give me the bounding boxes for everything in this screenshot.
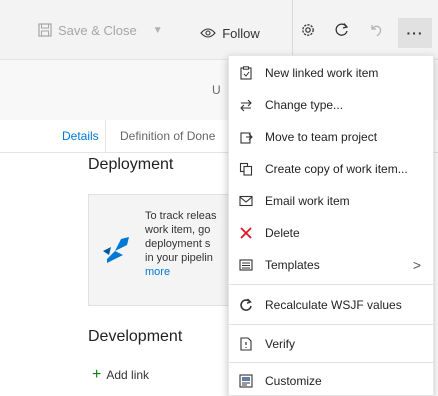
undo-icon xyxy=(371,25,382,37)
mail-icon xyxy=(237,195,255,207)
menu-item-move-to-team-project[interactable]: Move to team project xyxy=(229,122,433,152)
deployment-text: To track releas work item, go deployment… xyxy=(145,210,217,264)
menu-item-label: Templates xyxy=(265,258,320,272)
menu-item-email-work-item[interactable]: Email work item xyxy=(229,186,433,216)
save-close-button[interactable]: Save & Close ▼ xyxy=(38,0,163,60)
menu-item-templates[interactable]: Templates > xyxy=(229,250,433,280)
plus-icon: + xyxy=(92,366,102,383)
recalculate-icon xyxy=(237,298,255,312)
eye-icon xyxy=(200,28,216,38)
more-actions-menu: New linked work item Change type... Move… xyxy=(228,55,434,396)
development-section-title: Development xyxy=(88,328,183,345)
rocket-icon xyxy=(103,237,129,263)
delete-icon xyxy=(237,227,255,239)
tab-details[interactable]: Details xyxy=(56,120,106,152)
move-icon xyxy=(237,130,255,144)
menu-item-new-linked-work-item[interactable]: New linked work item xyxy=(229,58,433,88)
add-link-button[interactable]: + Add link xyxy=(92,366,149,384)
tab-definition-of-done[interactable]: Definition of Done xyxy=(120,120,232,152)
add-link-label: Add link xyxy=(106,368,150,382)
menu-item-delete[interactable]: Delete xyxy=(229,218,433,248)
menu-item-recalculate-wsjf[interactable]: Recalculate WSJF values xyxy=(229,290,433,320)
refresh-icon xyxy=(335,23,349,36)
save-icon xyxy=(38,23,52,37)
change-type-icon xyxy=(237,98,255,112)
toolbar: Save & Close ▼ Follow ··· xyxy=(0,0,438,60)
deployment-info-box: To track releas work item, go deployment… xyxy=(88,194,238,306)
ellipsis-icon: ··· xyxy=(406,25,424,41)
header-partial-text: U xyxy=(212,83,221,97)
save-close-label: Save & Close xyxy=(58,22,137,38)
menu-item-label: Move to team project xyxy=(265,130,378,144)
templates-icon xyxy=(237,259,255,271)
copy-icon xyxy=(237,162,255,176)
menu-item-customize[interactable]: Customize xyxy=(229,366,433,396)
menu-item-label: Change type... xyxy=(265,98,344,112)
settings-button[interactable] xyxy=(292,0,323,60)
deployment-description: To track releas work item, go deployment… xyxy=(145,209,233,295)
menu-item-label: Recalculate WSJF values xyxy=(265,298,402,312)
clipboard-link-icon xyxy=(237,66,255,80)
menu-item-label: Customize xyxy=(265,374,322,388)
menu-item-label: Create copy of work item... xyxy=(265,162,408,176)
deployment-section-title: Deployment xyxy=(88,156,174,173)
customize-icon xyxy=(237,374,255,388)
menu-divider xyxy=(229,324,433,325)
menu-divider xyxy=(229,284,433,285)
deployment-more-link[interactable]: more xyxy=(145,266,170,278)
menu-item-label: Delete xyxy=(265,226,300,240)
follow-button[interactable]: Follow xyxy=(180,16,280,50)
chevron-right-icon: > xyxy=(412,257,421,273)
verify-icon xyxy=(237,337,255,351)
menu-item-verify[interactable]: Verify xyxy=(229,329,433,359)
chevron-down-icon[interactable]: ▼ xyxy=(153,25,163,36)
menu-item-label: Verify xyxy=(265,337,296,351)
menu-item-create-copy[interactable]: Create copy of work item... xyxy=(229,154,433,184)
menu-divider xyxy=(229,362,433,363)
follow-label: Follow xyxy=(222,25,260,41)
menu-item-label: Email work item xyxy=(265,194,350,208)
more-actions-button[interactable]: ··· xyxy=(398,18,432,48)
refresh-button[interactable] xyxy=(330,0,354,60)
menu-item-change-type[interactable]: Change type... xyxy=(229,90,433,120)
gear-icon xyxy=(302,24,314,36)
menu-item-label: New linked work item xyxy=(265,66,379,80)
undo-button[interactable] xyxy=(364,0,388,60)
